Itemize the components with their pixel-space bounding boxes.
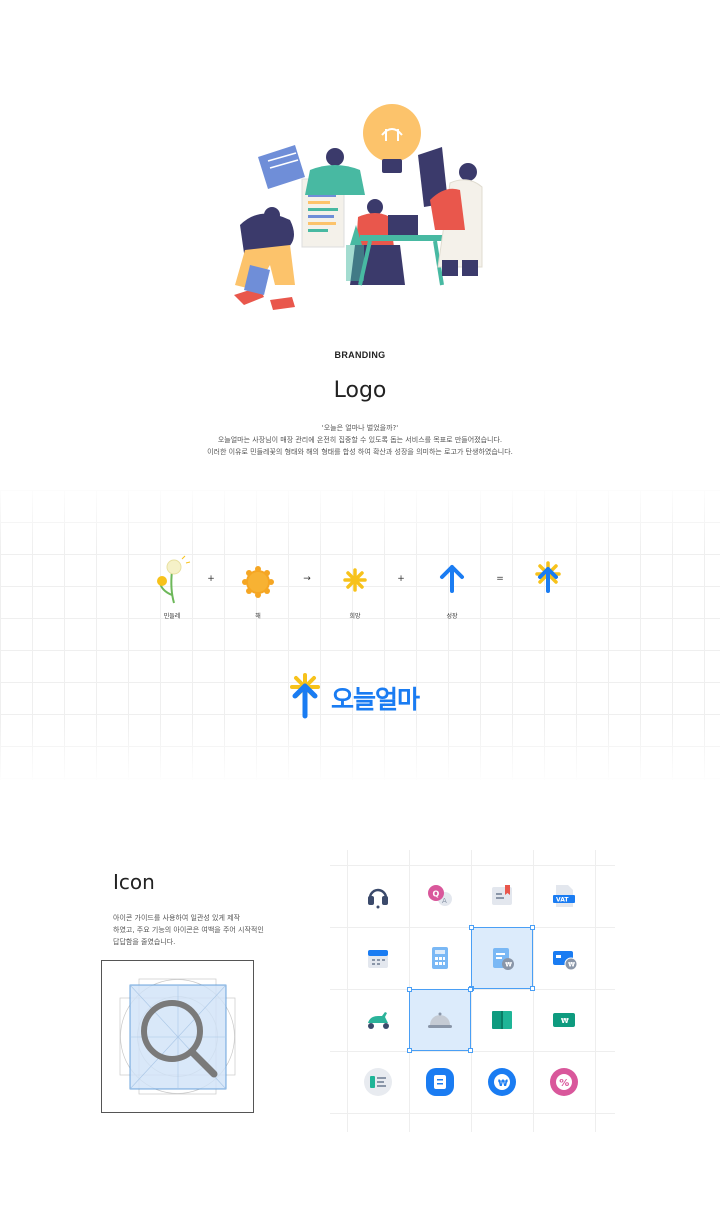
svg-text:A: A xyxy=(442,897,447,905)
operator-arrow: → xyxy=(303,574,311,584)
icon-cell[interactable] xyxy=(471,865,533,927)
svg-text:%: % xyxy=(559,1078,569,1089)
hero-illustration xyxy=(210,95,500,320)
icon-grid: A Q VAT ₩ ₩ ₩ ₩ % xyxy=(330,850,615,1132)
icon-cell[interactable]: VAT xyxy=(533,865,595,927)
page-title: Logo xyxy=(333,378,387,403)
formula-label: 성장 xyxy=(446,613,458,620)
description-line: 하였고, 주요 기능의 아이콘은 여백을 주어 시작적인 xyxy=(113,926,264,934)
icon-cell[interactable] xyxy=(347,989,409,1051)
formula-item-growth: 성장 xyxy=(422,555,482,620)
svg-text:VAT: VAT xyxy=(556,897,569,904)
operator-equals: = xyxy=(496,574,504,584)
formula-item-sun: 해 xyxy=(228,555,288,620)
sun-icon xyxy=(242,566,274,598)
dandelion-icon xyxy=(157,555,191,604)
scooter-icon xyxy=(368,1012,389,1029)
description-line: 이러한 이유로 민들레꽃의 형태와 해의 형태를 합성 하여 확산과 성장을 의… xyxy=(207,448,513,456)
icon-guide-frame xyxy=(101,960,254,1113)
book-icon xyxy=(492,1011,512,1029)
icon-cell[interactable]: % xyxy=(533,1051,595,1113)
svg-text:₩: ₩ xyxy=(505,962,512,969)
operator-plus: + xyxy=(397,574,405,584)
logo-description: '오늘은 얼마나 벌었을까?' 오늘얼마는 사장님이 매장 관리에 온전히 집중… xyxy=(0,422,720,458)
description-line: 아이콘 가이드를 사용하여 일관성 있게 제작 xyxy=(113,914,241,922)
icon-cell[interactable]: A Q xyxy=(409,865,471,927)
icon-section-title: Icon xyxy=(113,870,155,894)
won-document-icon: ₩ xyxy=(493,948,514,970)
operator-plus: + xyxy=(207,574,215,584)
bookmark-note-icon xyxy=(492,885,512,905)
icon-cell-selected[interactable]: ₩ xyxy=(469,925,535,991)
icon-cell-selected[interactable] xyxy=(407,987,473,1053)
message-icon xyxy=(426,1068,454,1096)
formula-item-result xyxy=(518,555,578,615)
description-line: 답답함을 줄였습니다. xyxy=(113,938,176,946)
formula-label: 해 xyxy=(255,613,261,620)
won-banknote-icon: ₩ xyxy=(553,1013,575,1027)
svg-text:Q: Q xyxy=(433,890,440,899)
icon-cell[interactable] xyxy=(347,927,409,989)
won-coin-icon: ₩ xyxy=(488,1068,516,1096)
card-won-icon: ₩ xyxy=(553,951,578,971)
svg-text:₩: ₩ xyxy=(561,1017,569,1025)
percent-icon: % xyxy=(550,1068,578,1096)
brand-logo: 오늘얼마 xyxy=(285,672,445,722)
icon-cell[interactable] xyxy=(347,865,409,927)
grid-background xyxy=(0,490,720,780)
icon-cell[interactable]: ₩ xyxy=(533,989,595,1051)
svg-text:₩: ₩ xyxy=(498,1079,508,1089)
calendar-icon xyxy=(368,950,388,968)
formula-item-hope: 희망 xyxy=(325,555,385,620)
icon-cell[interactable] xyxy=(347,1051,409,1113)
qa-chat-icon: A Q xyxy=(428,885,452,906)
calculator-icon xyxy=(432,947,448,969)
vat-document-icon: VAT xyxy=(553,885,575,907)
icon-cell[interactable]: ₩ xyxy=(471,1051,533,1113)
formula-label: 민들레 xyxy=(163,613,181,620)
headset-icon xyxy=(368,888,388,909)
search-icon xyxy=(119,978,236,1095)
description-line: 오늘얼마는 사장님이 매장 관리에 온전히 집중할 수 있도록 돕는 서비스를 … xyxy=(217,436,503,444)
icon-cell[interactable] xyxy=(471,989,533,1051)
icon-cell[interactable]: ₩ xyxy=(533,927,595,989)
icon-cell[interactable] xyxy=(409,927,471,989)
arrow-up-icon xyxy=(440,565,464,593)
spark-icon xyxy=(343,568,367,592)
logo-symbol-icon xyxy=(290,673,320,719)
section-eyebrow: BRANDING xyxy=(334,350,386,360)
icon-section-description: 아이콘 가이드를 사용하여 일관성 있게 제작 하였고, 주요 기능의 아이콘은… xyxy=(113,912,293,948)
logo-wordmark: 오늘얼마 xyxy=(331,685,420,714)
receipt-icon xyxy=(364,1068,392,1096)
svg-text:₩: ₩ xyxy=(568,962,575,969)
cloche-icon xyxy=(428,1012,452,1028)
logo-formula: 민들레 + 해 → 희망 + 성장 = xyxy=(0,555,720,625)
icon-cell[interactable] xyxy=(409,1051,471,1113)
formula-label: 희망 xyxy=(349,613,361,620)
logo-symbol-icon xyxy=(535,561,561,593)
formula-item-dandelion: 민들레 xyxy=(142,555,202,620)
description-line: '오늘은 얼마나 벌었을까?' xyxy=(321,424,399,432)
